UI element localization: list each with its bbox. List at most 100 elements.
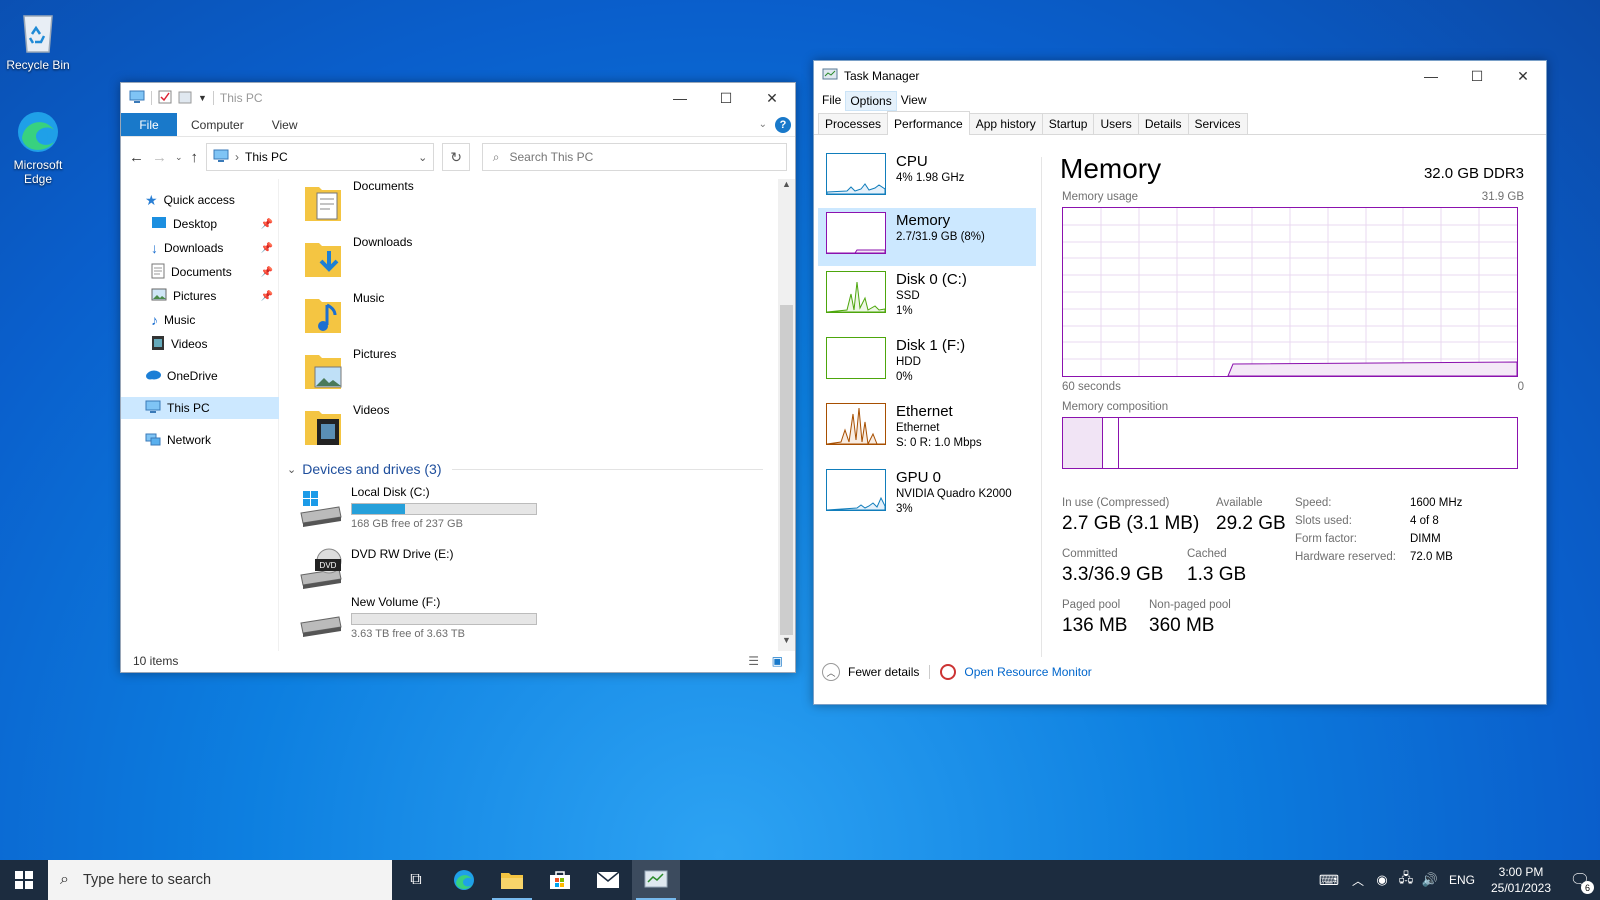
scroll-up-icon[interactable]: ▲ xyxy=(778,179,795,195)
maximize-button[interactable]: ☐ xyxy=(1454,61,1500,91)
nav-music[interactable]: ♪ Music xyxy=(121,309,279,331)
drive-f[interactable]: New Volume (F:) 3.63 TB free of 3.63 TB xyxy=(299,595,537,640)
folder-music[interactable]: Music xyxy=(303,291,384,335)
properties-icon[interactable] xyxy=(158,90,172,107)
perf-item-disk1[interactable]: Disk 1 (F:) HDD 0% xyxy=(818,333,1036,391)
fewer-details-button[interactable]: Fewer details xyxy=(848,665,919,679)
nav-pictures[interactable]: Pictures 📌 xyxy=(121,285,279,307)
new-folder-icon[interactable] xyxy=(178,90,192,107)
tab-users[interactable]: Users xyxy=(1093,113,1139,134)
nav-downloads[interactable]: ↓ Downloads 📌 xyxy=(121,237,279,259)
perf-item-memory[interactable]: Memory 2.7/31.9 GB (8%) xyxy=(818,208,1036,266)
svg-text:DVD: DVD xyxy=(320,561,337,570)
customize-toolbar-icon[interactable]: ▼ xyxy=(198,93,207,103)
nav-this-pc[interactable]: This PC xyxy=(121,397,279,419)
nav-network[interactable]: Network xyxy=(121,429,279,451)
tiles-view-icon[interactable]: ▣ xyxy=(772,654,783,668)
address-bar[interactable]: › This PC ⌄ xyxy=(206,143,435,171)
file-explorer-window[interactable]: ▼ This PC — ☐ ✕ File Computer View ⌄ ? ←… xyxy=(120,82,796,673)
desktop-icon-edge[interactable]: Microsoft Edge xyxy=(0,108,76,186)
ribbon-tab-file[interactable]: File xyxy=(121,113,177,136)
drive-e[interactable]: DVD DVD RW Drive (E:) xyxy=(299,547,453,589)
maximize-button[interactable]: ☐ xyxy=(703,83,749,113)
pin-icon[interactable]: 📌 xyxy=(261,219,273,230)
taskbar-edge[interactable] xyxy=(440,860,488,900)
up-icon[interactable]: ↑ xyxy=(191,149,199,166)
pin-icon[interactable]: 📌 xyxy=(261,291,273,302)
scroll-down-icon[interactable]: ▼ xyxy=(778,635,795,651)
menu-options[interactable]: Options xyxy=(845,91,897,111)
refresh-button[interactable]: ↻ xyxy=(442,143,470,171)
forward-icon[interactable]: → xyxy=(152,149,167,166)
details-view-icon[interactable]: ☰ xyxy=(748,654,759,668)
back-icon[interactable]: ← xyxy=(129,149,144,166)
start-button[interactable] xyxy=(0,860,48,900)
search-input[interactable]: ⌕ Search This PC xyxy=(481,143,787,171)
keyboard-icon[interactable]: ⌨ xyxy=(1312,872,1346,889)
folder-pictures[interactable]: Pictures xyxy=(303,347,396,391)
taskbar-task-manager[interactable] xyxy=(632,860,680,900)
tab-details[interactable]: Details xyxy=(1137,113,1189,134)
perf-item-ethernet[interactable]: Ethernet Ethernet S: 0 R: 1.0 Mbps xyxy=(818,399,1036,457)
drive-c[interactable]: Local Disk (C:) 168 GB free of 237 GB xyxy=(299,485,537,530)
devices-group-header[interactable]: ⌄ Devices and drives (3) xyxy=(287,461,763,477)
volume-icon[interactable]: 🔊 xyxy=(1418,872,1442,888)
folder-videos[interactable]: Videos xyxy=(303,403,389,447)
content-pane[interactable]: Documents Downloads Music Pictures Video… xyxy=(281,179,777,651)
pin-icon[interactable]: 📌 xyxy=(261,267,273,278)
network-icon[interactable]: 🖧 xyxy=(1394,869,1418,891)
pin-icon[interactable]: 📌 xyxy=(261,243,273,254)
notification-count-badge: 6 xyxy=(1581,881,1594,894)
nav-desktop[interactable]: Desktop 📌 xyxy=(121,213,279,235)
close-button[interactable]: ✕ xyxy=(1500,61,1546,91)
taskbar-mail[interactable] xyxy=(584,860,632,900)
recent-locations-icon[interactable]: ⌄ xyxy=(175,152,183,163)
paged-pool-label: Paged pool xyxy=(1062,599,1121,611)
nav-documents[interactable]: Documents 📌 xyxy=(121,261,279,283)
language-indicator[interactable]: ENG xyxy=(1442,873,1482,887)
breadcrumb[interactable]: This PC xyxy=(245,150,412,164)
menu-file[interactable]: File xyxy=(818,91,845,111)
taskbar-file-explorer[interactable] xyxy=(488,860,536,900)
perf-item-gpu[interactable]: GPU 0 NVIDIA Quadro K2000 3% xyxy=(818,465,1036,523)
ribbon-tab-computer[interactable]: Computer xyxy=(177,113,258,136)
clock[interactable]: 3:00 PM 25/01/2023 xyxy=(1482,864,1560,896)
open-resource-monitor-link[interactable]: Open Resource Monitor xyxy=(964,665,1091,679)
non-paged-pool-value: 360 MB xyxy=(1149,615,1215,636)
expand-ribbon-icon[interactable]: ⌄ xyxy=(751,113,775,136)
ribbon-tab-view[interactable]: View xyxy=(258,113,312,136)
task-manager-window[interactable]: Task Manager — ☐ ✕ File Options View Pro… xyxy=(813,60,1547,705)
menu-view[interactable]: View xyxy=(897,91,931,111)
tab-startup[interactable]: Startup xyxy=(1041,113,1095,134)
status-item-count: 10 items xyxy=(133,654,179,668)
perf-item-disk0[interactable]: Disk 0 (C:) SSD 1% xyxy=(818,267,1036,325)
perf-item-cpu[interactable]: CPU 4% 1.98 GHz xyxy=(818,149,1036,207)
minimize-button[interactable]: — xyxy=(1408,61,1454,91)
close-button[interactable]: ✕ xyxy=(749,83,795,113)
scroll-thumb[interactable] xyxy=(780,305,793,635)
tab-services[interactable]: Services xyxy=(1187,113,1248,134)
navigation-pane[interactable]: ★ Quick access Desktop 📌 ↓ Downloads 📌 Docum… xyxy=(121,179,279,651)
folder-downloads[interactable]: Downloads xyxy=(303,235,412,279)
taskbar-search-input[interactable]: ⌕ Type here to search xyxy=(48,860,392,900)
minimize-button[interactable]: — xyxy=(657,83,703,113)
notification-center-button[interactable]: 🗨 6 xyxy=(1560,860,1600,900)
tab-performance[interactable]: Performance xyxy=(887,111,970,135)
help-icon[interactable]: ? xyxy=(775,113,795,136)
memory-usage-max: 31.9 GB xyxy=(1481,191,1524,203)
nav-quick-access[interactable]: ★ Quick access xyxy=(121,189,279,211)
nav-videos[interactable]: Videos xyxy=(121,333,279,355)
nav-onedrive[interactable]: OneDrive xyxy=(121,365,279,387)
folder-documents[interactable]: Documents xyxy=(303,179,414,223)
desktop-icon-recycle-bin[interactable]: Recycle Bin xyxy=(0,8,76,72)
taskbar-store[interactable] xyxy=(536,860,584,900)
chevron-down-icon[interactable]: ⌄ xyxy=(418,151,427,164)
vertical-scrollbar[interactable]: ▲ ▼ xyxy=(778,179,795,651)
meet-icon[interactable]: ◉ xyxy=(1370,872,1394,888)
committed-label: Committed xyxy=(1062,548,1118,560)
tab-processes[interactable]: Processes xyxy=(818,113,889,134)
tab-app-history[interactable]: App history xyxy=(968,113,1043,134)
chevron-up-icon[interactable]: ︿ xyxy=(822,663,840,681)
task-view-button[interactable]: ⧉ xyxy=(392,860,440,900)
chevron-up-icon[interactable]: ︿ xyxy=(1346,872,1370,889)
